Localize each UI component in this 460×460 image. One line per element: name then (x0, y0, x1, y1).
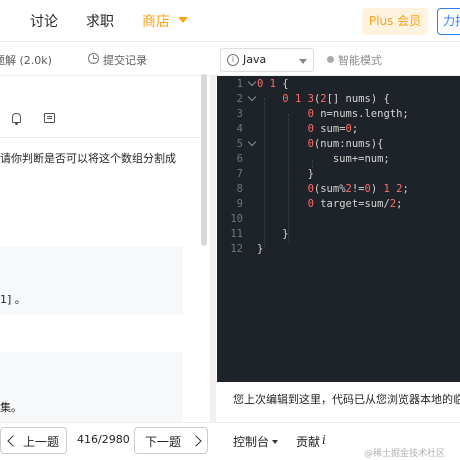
code-line: 0 1 { (257, 78, 289, 90)
code-editor[interactable]: 1 2 3 4 5 6 7 8 9 10 11 12 0 1 { 0 1 3(2… (217, 76, 460, 382)
scrollbar[interactable] (201, 74, 207, 246)
pane-resize-handle[interactable] (201, 74, 216, 422)
line-number: 12 (230, 243, 243, 255)
mode-indicator-icon (327, 56, 334, 63)
code-line: 0 n=nums.length; (307, 108, 409, 120)
code-line: 0(sum%2!=0) 1 2; (307, 183, 409, 195)
partial-header-button[interactable]: 力扣 (437, 8, 460, 35)
bottom-toolbar: 上一题 416/2980 下一题 控制台 贡献 i @稀土掘金技术社区 (0, 422, 460, 460)
line-number: 8 (236, 183, 243, 195)
console-button[interactable]: 控制台 (233, 433, 269, 450)
line-number: 6 (236, 153, 243, 165)
tab-solutions[interactable]: 题解 (2.0k) (0, 52, 52, 68)
next-problem-button[interactable]: 下一题 (134, 427, 208, 454)
leetcode-workspace: 讨论 求职 商店 Plus 会员 力扣 题解 (2.0k) 提交记录 i Jav… (0, 0, 460, 460)
example-block: 集。 (0, 352, 183, 422)
smart-mode-toggle[interactable]: 智能模式 (338, 52, 382, 68)
line-number: 1 (236, 78, 243, 90)
code-line: } (257, 168, 314, 180)
chevron-down-icon[interactable] (178, 17, 188, 23)
code-line: } (257, 243, 264, 255)
line-number: 5 (236, 138, 243, 150)
line-number: 4 (236, 123, 243, 135)
restore-notice: 您上次编辑到这里，代码已从您浏览器本地的临时存 (233, 393, 460, 406)
code-line: 0 sum=0; (307, 123, 359, 135)
line-number: 3 (236, 108, 243, 120)
line-number: 10 (230, 213, 243, 225)
line-number: 7 (236, 168, 243, 180)
line-number: 11 (230, 228, 243, 240)
code-line: 0 target=sum/2; (307, 198, 403, 210)
description-text: 请你判断是否可以将这个数组分割成 (0, 152, 176, 165)
line-number: 2 (236, 93, 243, 105)
plus-membership-button[interactable]: Plus 会员 (362, 8, 428, 35)
chevron-left-icon (7, 435, 19, 447)
language-select[interactable]: i Java (220, 48, 314, 72)
example-text: 1] 。 (0, 293, 26, 306)
next-label: 下一题 (145, 435, 182, 449)
nav-discuss[interactable]: 讨论 (30, 11, 58, 31)
previous-problem-button[interactable]: 上一题 (0, 427, 67, 454)
comment-icon[interactable] (44, 113, 55, 123)
watermark: @稀土掘金技术社区 (364, 449, 446, 459)
problem-counter: 416/2980 (77, 433, 130, 446)
line-number: 9 (236, 198, 243, 210)
tab-submissions[interactable]: 提交记录 (103, 52, 147, 68)
chevron-down-icon[interactable] (272, 440, 278, 444)
nav-jobs[interactable]: 求职 (86, 11, 114, 31)
nav-store[interactable]: 商店 (142, 11, 170, 31)
example-text: 集。 (0, 401, 22, 414)
clock-icon (88, 53, 99, 64)
info-icon: i (227, 54, 239, 66)
fold-chevron-icon[interactable] (247, 137, 257, 147)
contribute-button[interactable]: 贡献 (296, 433, 320, 450)
chevron-right-icon (190, 435, 202, 447)
fold-chevron-icon[interactable] (247, 92, 257, 102)
code-line: 0 1 3(2[] nums) { (282, 93, 390, 105)
bell-icon[interactable] (12, 113, 21, 125)
language-value: Java (243, 53, 267, 66)
top-navigation: 讨论 求职 商店 Plus 会员 力扣 (0, 0, 460, 42)
code-line: } (257, 228, 289, 240)
code-line: 0(num:nums){ (307, 138, 384, 150)
problem-description-pane: 请你判断是否可以将这个数组分割成 1] 。 集。 (0, 77, 208, 422)
code-line: sum+=num; (257, 153, 390, 165)
info-icon[interactable]: i (322, 433, 326, 447)
previous-label: 上一题 (23, 435, 60, 449)
divider (0, 137, 205, 138)
example-block: 1] 。 (0, 247, 183, 315)
fold-chevron-icon[interactable] (247, 77, 257, 87)
chevron-down-icon (299, 59, 307, 64)
